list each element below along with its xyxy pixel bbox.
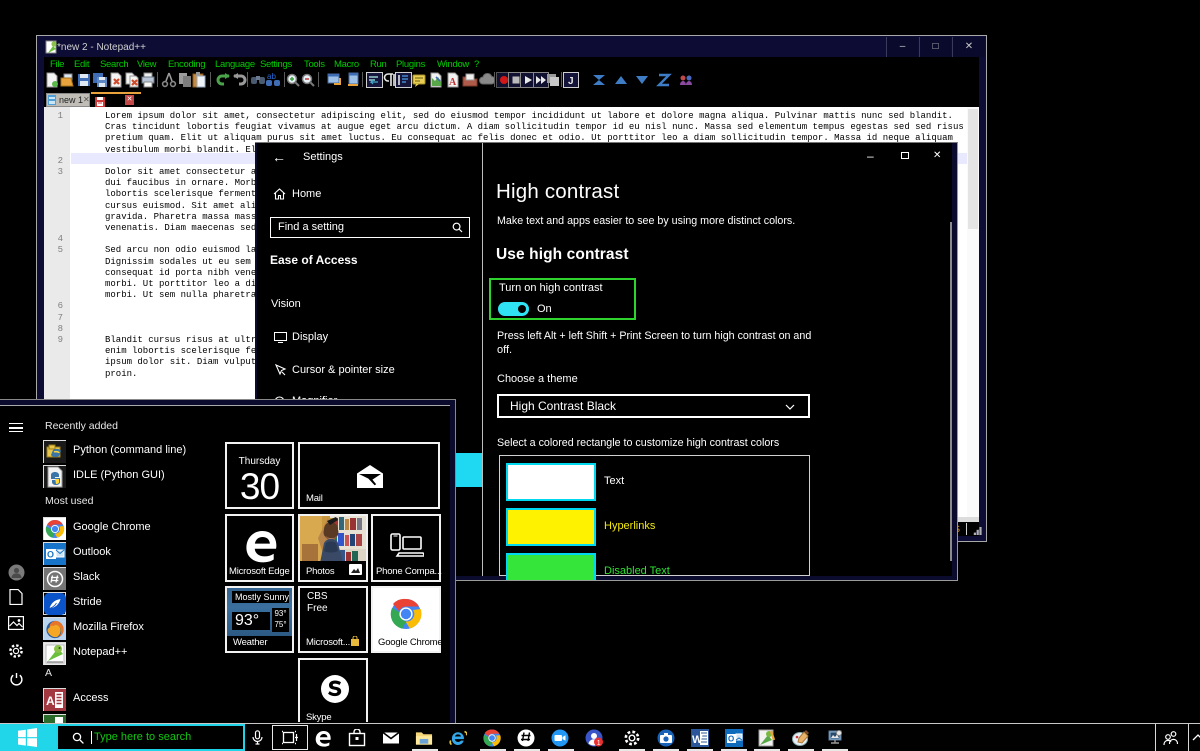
svg-text:A: A xyxy=(46,694,55,708)
svg-text:1: 1 xyxy=(597,740,601,747)
svg-text:A: A xyxy=(449,77,457,88)
svg-text:W: W xyxy=(692,734,703,746)
svg-text:ab: ab xyxy=(267,72,276,81)
svg-text:O: O xyxy=(47,549,54,559)
svg-text:J: J xyxy=(568,76,574,87)
svg-text:O: O xyxy=(728,735,734,744)
